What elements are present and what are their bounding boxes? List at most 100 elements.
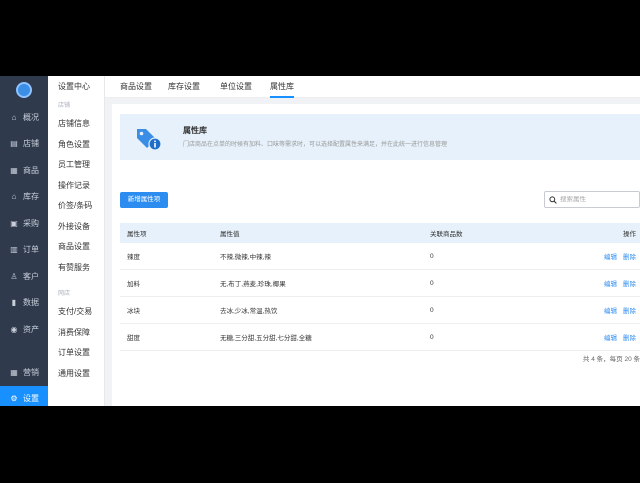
header-attribute-values: 属性值: [220, 231, 240, 238]
settings-tabs: 商品设置 库存设置 单位设置 属性库: [105, 76, 640, 98]
submenu-item[interactable]: 角色设置: [48, 135, 104, 156]
linked-goods-count: 0: [430, 306, 434, 314]
attribute-name: 加料: [127, 281, 140, 288]
table-row: 冰块 去冰,少冰,常温,热饮 0 编辑 删除: [120, 297, 640, 324]
sidebar-item-label: 概况: [23, 112, 39, 122]
linked-goods-count: 0: [430, 279, 434, 287]
linked-goods-count: 0: [430, 333, 434, 341]
sidebar-item-label: 设置: [23, 394, 39, 404]
tab-goods-settings[interactable]: 商品设置: [120, 76, 152, 98]
table-body: 辣度 不辣,微辣,中辣,辣 0 编辑 删除 加料 无,布丁,燕麦,珍珠,椰果 0 编辑 删除 冰块去…: [120, 243, 640, 351]
edit-link[interactable]: 编辑: [604, 281, 617, 288]
sidebar-item-label: 库存: [23, 192, 39, 202]
table-row: 加料 无,布丁,燕麦,珍珠,椰果 0 编辑 删除: [120, 270, 640, 297]
sidebar-item-settings[interactable]: ⚙ 设置: [0, 385, 48, 406]
sidebar-item-data[interactable]: ▮ 数据: [0, 290, 48, 317]
sidebar-item-order[interactable]: ▥ 订单: [0, 237, 48, 264]
sidebar-item-label: 数据: [23, 298, 39, 308]
tab-unit-settings[interactable]: 单位设置: [220, 76, 252, 98]
submenu-item[interactable]: 消费保障: [48, 323, 104, 344]
table-row: 甜度 无糖,三分甜,五分甜,七分甜,全糖 0 编辑 删除: [120, 324, 640, 351]
inventory-icon: ⌂: [11, 192, 17, 202]
sidebar-item-customer[interactable]: ♙ 客户: [0, 263, 48, 290]
attribute-table: 属性项 属性值 关联商品数 操作 辣度 不辣,微辣,中辣,辣 0 编辑 删除 加料 无,布丁…: [120, 223, 640, 351]
submenu-item[interactable]: 操作记录: [48, 176, 104, 197]
asset-icon: ◉: [10, 324, 18, 334]
row-actions: 编辑 删除: [580, 332, 640, 342]
sidebar-item-label: 商品: [23, 165, 39, 175]
attribute-values: 无糖,三分甜,五分甜,七分甜,全糖: [220, 335, 312, 342]
sidebar-item-inventory[interactable]: ⌂ 库存: [0, 184, 48, 211]
search-icon: [549, 195, 557, 204]
sidebar-item-store[interactable]: ▤ 店铺: [0, 131, 48, 158]
attribute-values: 无,布丁,燕麦,珍珠,椰果: [220, 281, 286, 288]
primary-nav-bottom: ▦ 营销 ⚙ 设置: [0, 359, 48, 406]
sidebar-item-label: 客户: [23, 271, 39, 281]
sidebar-item-label: 订单: [23, 245, 39, 255]
submenu-item[interactable]: 店铺信息: [48, 114, 104, 135]
tag-info-icon: [137, 129, 162, 151]
submenu-item[interactable]: 外接设备: [48, 217, 104, 238]
header-attribute-name: 属性项: [127, 231, 147, 238]
edit-link[interactable]: 编辑: [604, 335, 617, 342]
sidebar-item-goods[interactable]: ▦ 商品: [0, 157, 48, 184]
header-actions: 操作: [623, 231, 636, 238]
delete-link[interactable]: 删除: [623, 281, 636, 288]
submenu-group-online: 网店: [58, 291, 71, 297]
banner-title: 属性库: [183, 126, 207, 135]
submenu-title: 设置中心: [58, 82, 90, 91]
content-panel: 属性库 门店商品在点单的时候有加料、口味等需求时，可以选择配置属性来满足，并在此…: [112, 104, 640, 406]
sidebar-item-home[interactable]: ⌂ 概况: [0, 104, 48, 131]
submenu-item[interactable]: 订单设置: [48, 343, 104, 364]
banner-description: 门店商品在点单的时候有加料、口味等需求时，可以选择配置属性来满足，并在此统一进行…: [183, 142, 448, 148]
delete-link[interactable]: 删除: [623, 335, 636, 342]
attribute-values: 去冰,少冰,常温,热饮: [220, 308, 278, 315]
delete-link[interactable]: 删除: [623, 254, 636, 261]
info-banner: 属性库 门店商品在点单的时候有加料、口味等需求时，可以选择配置属性来满足，并在此…: [120, 114, 640, 160]
edit-link[interactable]: 编辑: [604, 254, 617, 261]
row-actions: 编辑 删除: [580, 305, 640, 315]
attribute-name: 冰块: [127, 308, 140, 315]
purchase-icon: ▣: [10, 218, 18, 228]
delete-link[interactable]: 删除: [623, 308, 636, 315]
settings-icon: ⚙: [10, 394, 18, 404]
submenu-group-store-items: 店铺信息 角色设置 员工管理 操作记录 价签/条码 外接设备 商品设置 有赞服务: [48, 114, 104, 278]
main-area: 商品设置 库存设置 单位设置 属性库 属性库 门店商品在点单的时候有加料、口味等…: [105, 76, 640, 406]
edit-link[interactable]: 编辑: [604, 308, 617, 315]
data-icon: ▮: [11, 298, 17, 308]
primary-sidebar: ⌂ 概况 ▤ 店铺 ▦ 商品 ⌂ 库存 ▣ 采购 ▥ 订单 ♙ 客户 ▮ 数据 ◉ 资产 ▦ 营销 ⚙ 设置: [0, 76, 48, 406]
home-icon: ⌂: [11, 112, 17, 122]
submenu-item[interactable]: 支付/交易: [48, 302, 104, 323]
submenu-item[interactable]: 商品设置: [48, 237, 104, 258]
search-box: [544, 191, 640, 208]
sidebar-item-marketing[interactable]: ▦ 营销: [0, 359, 48, 386]
sidebar-item-label: 店铺: [23, 139, 39, 149]
customer-icon: ♙: [10, 271, 18, 281]
shop-logo[interactable]: [16, 82, 32, 98]
goods-icon: ▦: [10, 165, 18, 175]
tab-inventory-settings[interactable]: 库存设置: [168, 76, 200, 98]
sidebar-item-purchase[interactable]: ▣ 采购: [0, 210, 48, 237]
header-linked-count: 关联商品数: [430, 231, 463, 238]
row-actions: 编辑 删除: [580, 251, 640, 261]
logo-area: [0, 76, 48, 104]
attribute-name: 辣度: [127, 254, 140, 261]
sidebar-item-label: 采购: [23, 218, 39, 228]
sidebar-item-asset[interactable]: ◉ 资产: [0, 316, 48, 343]
tab-attribute-library[interactable]: 属性库: [270, 76, 294, 98]
row-actions: 编辑 删除: [580, 278, 640, 288]
sidebar-item-label: 资产: [23, 324, 39, 334]
attribute-name: 甜度: [127, 335, 140, 342]
sidebar-item-label: 营销: [23, 367, 39, 377]
attribute-values: 不辣,微辣,中辣,辣: [220, 254, 271, 261]
search-input[interactable]: [560, 196, 638, 203]
submenu-item[interactable]: 通用设置: [48, 364, 104, 385]
submenu-item[interactable]: 员工管理: [48, 155, 104, 176]
linked-goods-count: 0: [430, 252, 434, 260]
store-icon: ▤: [10, 139, 18, 149]
submenu-item[interactable]: 价签/条码: [48, 196, 104, 217]
add-attribute-button[interactable]: 新增属性项: [120, 192, 168, 208]
submenu-item[interactable]: 有赞服务: [48, 258, 104, 279]
order-icon: ▥: [10, 245, 18, 255]
marketing-icon: ▦: [10, 367, 18, 377]
